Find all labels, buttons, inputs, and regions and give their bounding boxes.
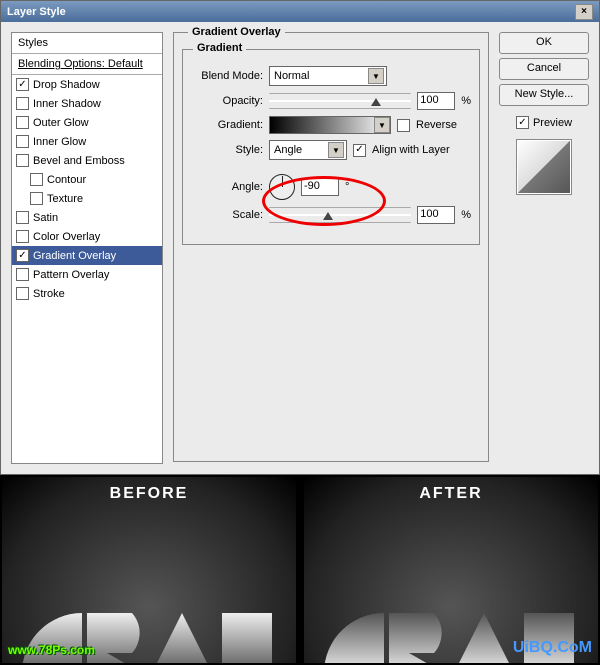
checkbox-icon[interactable]: [30, 192, 43, 205]
angle-input[interactable]: -90: [301, 178, 339, 196]
checkbox-icon[interactable]: [16, 154, 29, 167]
after-title: AFTER: [304, 485, 598, 503]
checkbox-icon[interactable]: [16, 135, 29, 148]
style-contour[interactable]: Contour: [12, 170, 162, 189]
checkbox-icon[interactable]: [16, 268, 29, 281]
style-inner-shadow[interactable]: Inner Shadow: [12, 94, 162, 113]
gradient-label: Gradient:: [191, 119, 263, 131]
checkbox-icon[interactable]: [16, 287, 29, 300]
checkbox-icon[interactable]: [16, 78, 29, 91]
style-gradient-overlay[interactable]: Gradient Overlay: [12, 246, 162, 265]
style-satin[interactable]: Satin: [12, 208, 162, 227]
watermark-left: www.78Ps.com: [8, 643, 95, 657]
after-pane: AFTER UiBQ.CoM: [304, 477, 598, 663]
chevron-down-icon: ▼: [368, 68, 384, 84]
checkbox-icon[interactable]: [16, 249, 29, 262]
opacity-label: Opacity:: [191, 95, 263, 107]
chevron-down-icon: ▼: [374, 117, 390, 133]
preview-label: Preview: [533, 117, 572, 129]
blend-mode-label: Blend Mode:: [191, 70, 263, 82]
chevron-down-icon: ▼: [328, 142, 344, 158]
style-select[interactable]: Angle▼: [269, 140, 347, 160]
style-texture[interactable]: Texture: [12, 189, 162, 208]
style-label: Style:: [191, 144, 263, 156]
comparison-row: BEFORE www.78Ps.com AFTER UiBQ.CoM: [0, 475, 600, 665]
checkbox-icon[interactable]: [16, 211, 29, 224]
checkbox-icon[interactable]: [16, 116, 29, 129]
preview-checkbox[interactable]: [516, 116, 529, 129]
style-drop-shadow[interactable]: Drop Shadow: [12, 75, 162, 94]
blending-options[interactable]: Blending Options: Default: [12, 54, 162, 75]
angle-unit: °: [345, 181, 349, 193]
gradient-picker[interactable]: ▼: [269, 116, 391, 134]
scale-label: Scale:: [191, 209, 263, 221]
style-bevel-emboss[interactable]: Bevel and Emboss: [12, 151, 162, 170]
section-title: Gradient Overlay: [188, 26, 285, 38]
new-style-button[interactable]: New Style...: [499, 84, 589, 106]
opacity-slider[interactable]: [269, 93, 411, 109]
before-title: BEFORE: [2, 485, 296, 503]
align-label: Align with Layer: [372, 144, 450, 156]
ok-button[interactable]: OK: [499, 32, 589, 54]
angle-label: Angle:: [191, 181, 263, 193]
styles-header[interactable]: Styles: [12, 33, 162, 54]
gradient-fieldset: Gradient Blend Mode: Normal▼ Opacity: 10…: [182, 49, 480, 245]
opacity-input[interactable]: 100: [417, 92, 455, 110]
watermark-right: UiBQ.CoM: [513, 639, 592, 657]
style-pattern-overlay[interactable]: Pattern Overlay: [12, 265, 162, 284]
layer-style-dialog: Layer Style × Styles Blending Options: D…: [0, 0, 600, 475]
style-inner-glow[interactable]: Inner Glow: [12, 132, 162, 151]
style-outer-glow[interactable]: Outer Glow: [12, 113, 162, 132]
cancel-button[interactable]: Cancel: [499, 58, 589, 80]
style-stroke[interactable]: Stroke: [12, 284, 162, 303]
settings-panel: Gradient Overlay Gradient Blend Mode: No…: [173, 32, 489, 462]
titlebar: Layer Style ×: [1, 1, 599, 22]
style-color-overlay[interactable]: Color Overlay: [12, 227, 162, 246]
align-checkbox[interactable]: [353, 144, 366, 157]
fieldset-legend: Gradient: [193, 42, 246, 54]
reverse-label: Reverse: [416, 119, 457, 131]
before-pane: BEFORE www.78Ps.com: [2, 477, 296, 663]
blend-mode-select[interactable]: Normal▼: [269, 66, 387, 86]
close-icon[interactable]: ×: [575, 4, 593, 20]
reverse-checkbox[interactable]: [397, 119, 410, 132]
styles-panel: Styles Blending Options: Default Drop Sh…: [11, 32, 163, 464]
opacity-unit: %: [461, 95, 471, 107]
scale-unit: %: [461, 209, 471, 221]
checkbox-icon[interactable]: [16, 230, 29, 243]
scale-input[interactable]: 100: [417, 206, 455, 224]
preview-thumbnail: [516, 139, 572, 195]
scale-slider[interactable]: [269, 207, 411, 223]
right-panel: OK Cancel New Style... Preview: [499, 32, 589, 464]
checkbox-icon[interactable]: [16, 97, 29, 110]
dialog-title: Layer Style: [7, 6, 66, 18]
checkbox-icon[interactable]: [30, 173, 43, 186]
angle-dial[interactable]: [269, 174, 295, 200]
